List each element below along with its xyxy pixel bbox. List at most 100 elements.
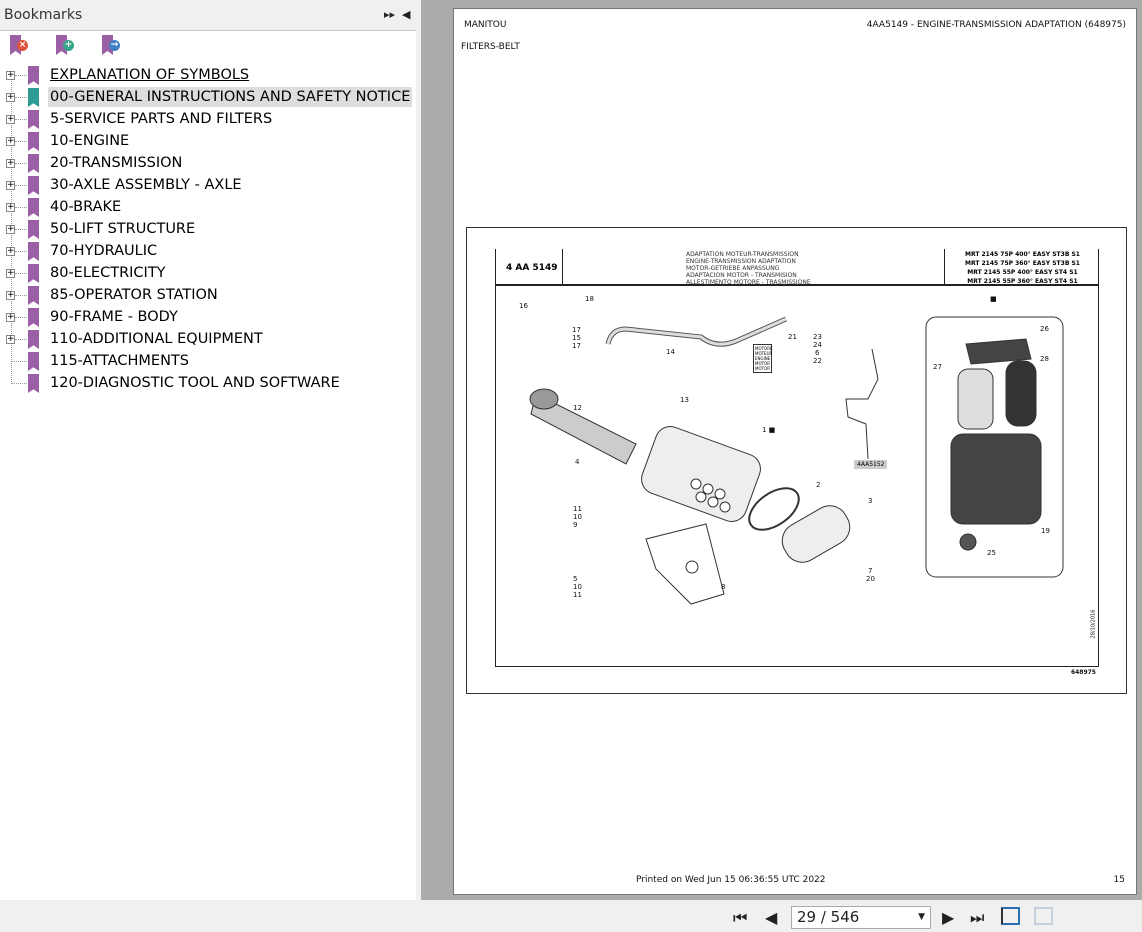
text-label: 12 (573, 404, 582, 412)
expand-icon[interactable]: + (6, 224, 15, 234)
bookmark-icon (28, 242, 39, 261)
page-header-title: 4AA5149 - ENGINE-TRANSMISSION ADAPTATION… (866, 20, 1126, 30)
text-label: 16 (519, 302, 528, 310)
expand-icon[interactable]: + (6, 180, 15, 190)
document-view[interactable]: MANITOU 4AA5149 - ENGINE-TRANSMISSION AD… (421, 0, 1142, 900)
text-label: 5 (573, 575, 578, 583)
bookmark-item[interactable]: +110-ADDITIONAL EQUIPMENT (0, 328, 416, 350)
text-label: 10 (573, 513, 582, 521)
close-panel-icon[interactable]: ◀ (402, 8, 410, 21)
expand-icon[interactable]: + (6, 70, 15, 80)
bookmark-label[interactable]: 20-TRANSMISSION (48, 153, 184, 173)
bookmark-icon (28, 352, 39, 371)
bookmark-item[interactable]: 115-ATTACHMENTS (0, 350, 416, 372)
forward-view-icon[interactable] (1034, 907, 1053, 925)
bookmark-icon (28, 66, 39, 85)
bookmark-label[interactable]: 70-HYDRAULIC (48, 241, 159, 261)
bookmark-item[interactable]: +30-AXLE ASSEMBLY - AXLE (0, 174, 416, 196)
printed-date: Printed on Wed Jun 15 06:36:55 UTC 2022 (636, 875, 826, 885)
expand-icon[interactable]: + (6, 114, 15, 124)
bookmark-icon (28, 330, 39, 349)
bookmark-toolbar: × + → (0, 31, 416, 61)
bookmark-label[interactable]: 00-GENERAL INSTRUCTIONS AND SAFETY NOTIC… (48, 87, 413, 107)
text-label: 18 (585, 295, 594, 303)
bookmark-item[interactable]: +70-HYDRAULIC (0, 240, 416, 262)
bookmark-item[interactable]: +20-TRANSMISSION (0, 152, 416, 174)
brand: MANITOU (464, 20, 507, 30)
expand-icon[interactable]: + (6, 202, 15, 212)
text-label: 22 (813, 357, 822, 365)
bookmark-label[interactable]: 40-BRAKE (48, 197, 123, 217)
text-label: 25 (987, 549, 996, 557)
bookmark-icon (28, 264, 39, 283)
bookmark-icon (28, 132, 39, 151)
expand-icon[interactable]: + (6, 136, 15, 146)
bookmark-label[interactable]: EXPLANATION OF SYMBOLS (48, 65, 251, 85)
text-label: MOTOR (755, 366, 770, 371)
bookmark-item[interactable]: +5-SERVICE PARTS AND FILTERS (0, 108, 416, 130)
last-page-icon[interactable]: ⏭ (970, 908, 984, 928)
text-label: 1 ■ (762, 426, 776, 434)
text-label: 19 (1041, 527, 1050, 535)
goto-bookmark-icon[interactable]: → (102, 35, 122, 57)
bookmark-item[interactable]: + EXPLANATION OF SYMBOLS (0, 64, 416, 86)
page-selector[interactable]: 29 / 546 ▼ (791, 906, 931, 929)
expand-icon[interactable]: + (6, 312, 15, 322)
text-label: 23 (813, 333, 822, 341)
next-page-icon[interactable]: ▶ (942, 908, 954, 927)
bookmark-item[interactable]: +85-OPERATOR STATION (0, 284, 416, 306)
bookmark-icon (28, 220, 39, 239)
remove-bookmark-icon[interactable]: × (10, 35, 30, 57)
bookmark-label[interactable]: 90-FRAME - BODY (48, 307, 180, 327)
text-label: 10 (573, 583, 582, 591)
text-label: 17 (572, 326, 581, 334)
section-subtitle: FILTERS-BELT (461, 42, 520, 52)
text-label: 26 (1040, 325, 1049, 333)
bookmark-icon (28, 286, 39, 305)
bookmark-label[interactable]: 5-SERVICE PARTS AND FILTERS (48, 109, 274, 129)
bookmark-item[interactable]: +00-GENERAL INSTRUCTIONS AND SAFETY NOTI… (0, 86, 416, 108)
text-label: 21 (788, 333, 797, 341)
expand-icon[interactable]: + (6, 334, 15, 344)
bookmark-item[interactable]: +40-BRAKE (0, 196, 416, 218)
expand-icon[interactable]: + (6, 290, 15, 300)
bookmark-label[interactable]: 80-ELECTRICITY (48, 263, 168, 283)
bookmarks-panel: Bookmarks ▸▸ ◀ × + → + EXPLANATION OF SYM… (0, 0, 416, 900)
previous-page-icon[interactable]: ◀ (765, 908, 777, 927)
bookmark-item[interactable]: +10-ENGINE (0, 130, 416, 152)
text-label: 11 (573, 591, 582, 599)
bookmark-item[interactable]: 120-DIAGNOSTIC TOOL AND SOFTWARE (0, 372, 416, 394)
bookmark-label[interactable]: 110-ADDITIONAL EQUIPMENT (48, 329, 265, 349)
chevron-down-icon[interactable]: ▼ (918, 907, 925, 928)
bookmark-icon (28, 198, 39, 217)
bookmark-item[interactable]: +50-LIFT STRUCTURE (0, 218, 416, 240)
text-label: 24 (813, 341, 822, 349)
bookmark-icon (28, 154, 39, 173)
bookmark-label[interactable]: 115-ATTACHMENTS (48, 351, 191, 371)
text-label: 6 (815, 349, 820, 357)
back-view-icon[interactable] (1001, 907, 1020, 925)
reference-link[interactable]: 4AA5152 (854, 460, 888, 469)
bookmark-label[interactable]: 120-DIAGNOSTIC TOOL AND SOFTWARE (48, 373, 342, 393)
add-bookmark-icon[interactable]: + (56, 35, 76, 57)
bookmark-label[interactable]: 10-ENGINE (48, 131, 131, 151)
expand-panel-icon[interactable]: ▸▸ (384, 8, 395, 21)
first-page-icon[interactable]: ⏮ (733, 908, 747, 928)
text-label: 13 (680, 396, 689, 404)
bookmark-item[interactable]: +90-FRAME - BODY (0, 306, 416, 328)
text-label: 17 (572, 342, 581, 350)
bookmark-label[interactable]: 30-AXLE ASSEMBLY - AXLE (48, 175, 244, 195)
bookmark-label[interactable]: 85-OPERATOR STATION (48, 285, 220, 305)
expand-icon[interactable]: + (6, 158, 15, 168)
expand-icon[interactable]: + (6, 246, 15, 256)
drawing-reference: 648975 (1070, 669, 1096, 676)
bookmark-icon (28, 88, 39, 107)
bookmark-tree: + EXPLANATION OF SYMBOLS +00-GENERAL INST… (0, 64, 416, 394)
expand-icon[interactable]: + (6, 268, 15, 278)
bookmark-label[interactable]: 50-LIFT STRUCTURE (48, 219, 197, 239)
bookmark-item[interactable]: +80-ELECTRICITY (0, 262, 416, 284)
text-label: 15 (572, 334, 581, 342)
bookmarks-title: Bookmarks (4, 7, 83, 23)
expand-icon[interactable]: + (6, 92, 15, 102)
parts-drawing: 4 AA 5149 ADAPTATION MOTEUR-TRANSMISSION… (466, 227, 1127, 694)
